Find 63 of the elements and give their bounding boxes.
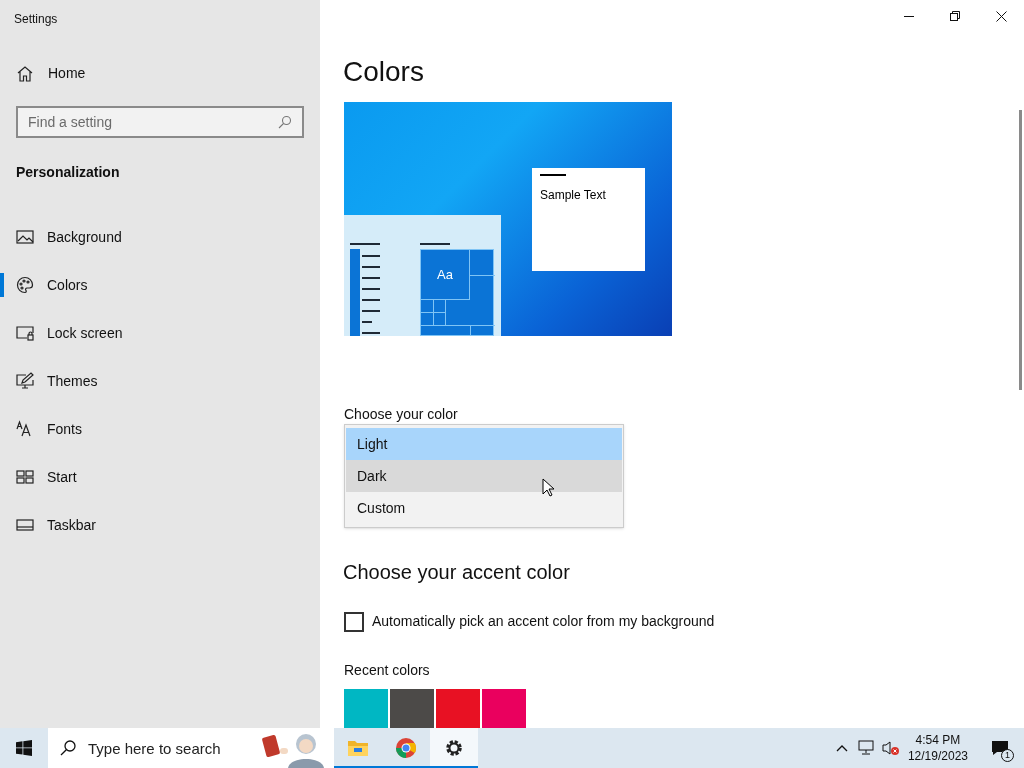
mouse-pointer-icon: [542, 478, 554, 497]
search-icon: [278, 115, 292, 129]
menu-line: [362, 310, 380, 312]
nav-item[interactable]: Colors: [0, 261, 320, 309]
windows-logo-icon: [16, 740, 32, 756]
nav-item[interactable]: Background: [0, 213, 320, 261]
restore-icon: [950, 11, 960, 21]
page-title: Colors: [343, 55, 424, 89]
search-icon: [60, 740, 76, 756]
search-input[interactable]: Type here to search: [88, 736, 258, 760]
color-swatch[interactable]: [390, 689, 434, 728]
clock-time[interactable]: 4:54 PM: [915, 732, 961, 748]
network-icon[interactable]: [857, 740, 876, 756]
minimize-icon: [904, 15, 914, 17]
menu-line: [420, 243, 450, 245]
home-link[interactable]: Home: [16, 63, 86, 84]
menu-line: [362, 255, 380, 257]
color-swatch[interactable]: [344, 689, 388, 728]
settings-app-button[interactable]: [430, 728, 478, 768]
notification-count: 1: [1001, 749, 1014, 762]
muted-speaker-icon[interactable]: [881, 740, 900, 756]
menu-line: [362, 277, 380, 279]
lock-screen-icon: [16, 324, 34, 342]
dropdown-option[interactable]: Light: [346, 428, 622, 460]
folder-icon: [347, 738, 369, 758]
notification-button[interactable]: 1: [980, 728, 1020, 768]
sample-text: Sample Text: [540, 187, 607, 204]
color-swatch[interactable]: [482, 689, 526, 728]
menu-line: [350, 243, 380, 245]
menu-line: [362, 266, 380, 268]
taskbar-icon: [16, 516, 34, 534]
gear-icon: [444, 738, 464, 758]
accent-heading: Choose your accent color: [343, 560, 570, 585]
menu-line: [362, 332, 380, 334]
themes-icon: [16, 372, 34, 390]
tile-text: Aa: [437, 265, 453, 284]
checkbox[interactable]: [344, 611, 364, 632]
color-swatch[interactable]: [436, 689, 480, 728]
window-title: Settings: [14, 11, 58, 28]
dropdown-option[interactable]: Dark: [346, 460, 622, 492]
section-heading: Personalization: [16, 163, 120, 182]
menu-line: [362, 288, 380, 290]
choose-color-label: Choose your color: [344, 405, 458, 424]
nav-item[interactable]: Fonts: [0, 405, 320, 453]
close-icon: [995, 10, 1007, 22]
home-icon: [16, 64, 34, 83]
nav-item[interactable]: Themes: [0, 357, 320, 405]
search-field[interactable]: Find a setting: [16, 106, 304, 138]
palette-icon: [16, 276, 34, 294]
recent-colors-label: Recent colors: [344, 661, 430, 680]
tiles-icon: [16, 468, 34, 486]
nav-item[interactable]: Lock screen: [0, 309, 320, 357]
chrome-icon: [395, 737, 417, 759]
checkbox-label: Automatically pick an accent color from my background: [372, 612, 715, 631]
chevron-up-icon[interactable]: [835, 744, 848, 752]
nav-item[interactable]: Start: [0, 453, 320, 501]
scrollbar[interactable]: [1019, 110, 1022, 390]
clock-date[interactable]: 12/19/2023: [907, 748, 968, 764]
font-letters-icon: [16, 420, 34, 438]
menu-line: [362, 299, 380, 301]
nav-item[interactable]: Taskbar: [0, 501, 320, 549]
message-icon: [991, 740, 1009, 756]
picture-icon: [16, 228, 34, 246]
